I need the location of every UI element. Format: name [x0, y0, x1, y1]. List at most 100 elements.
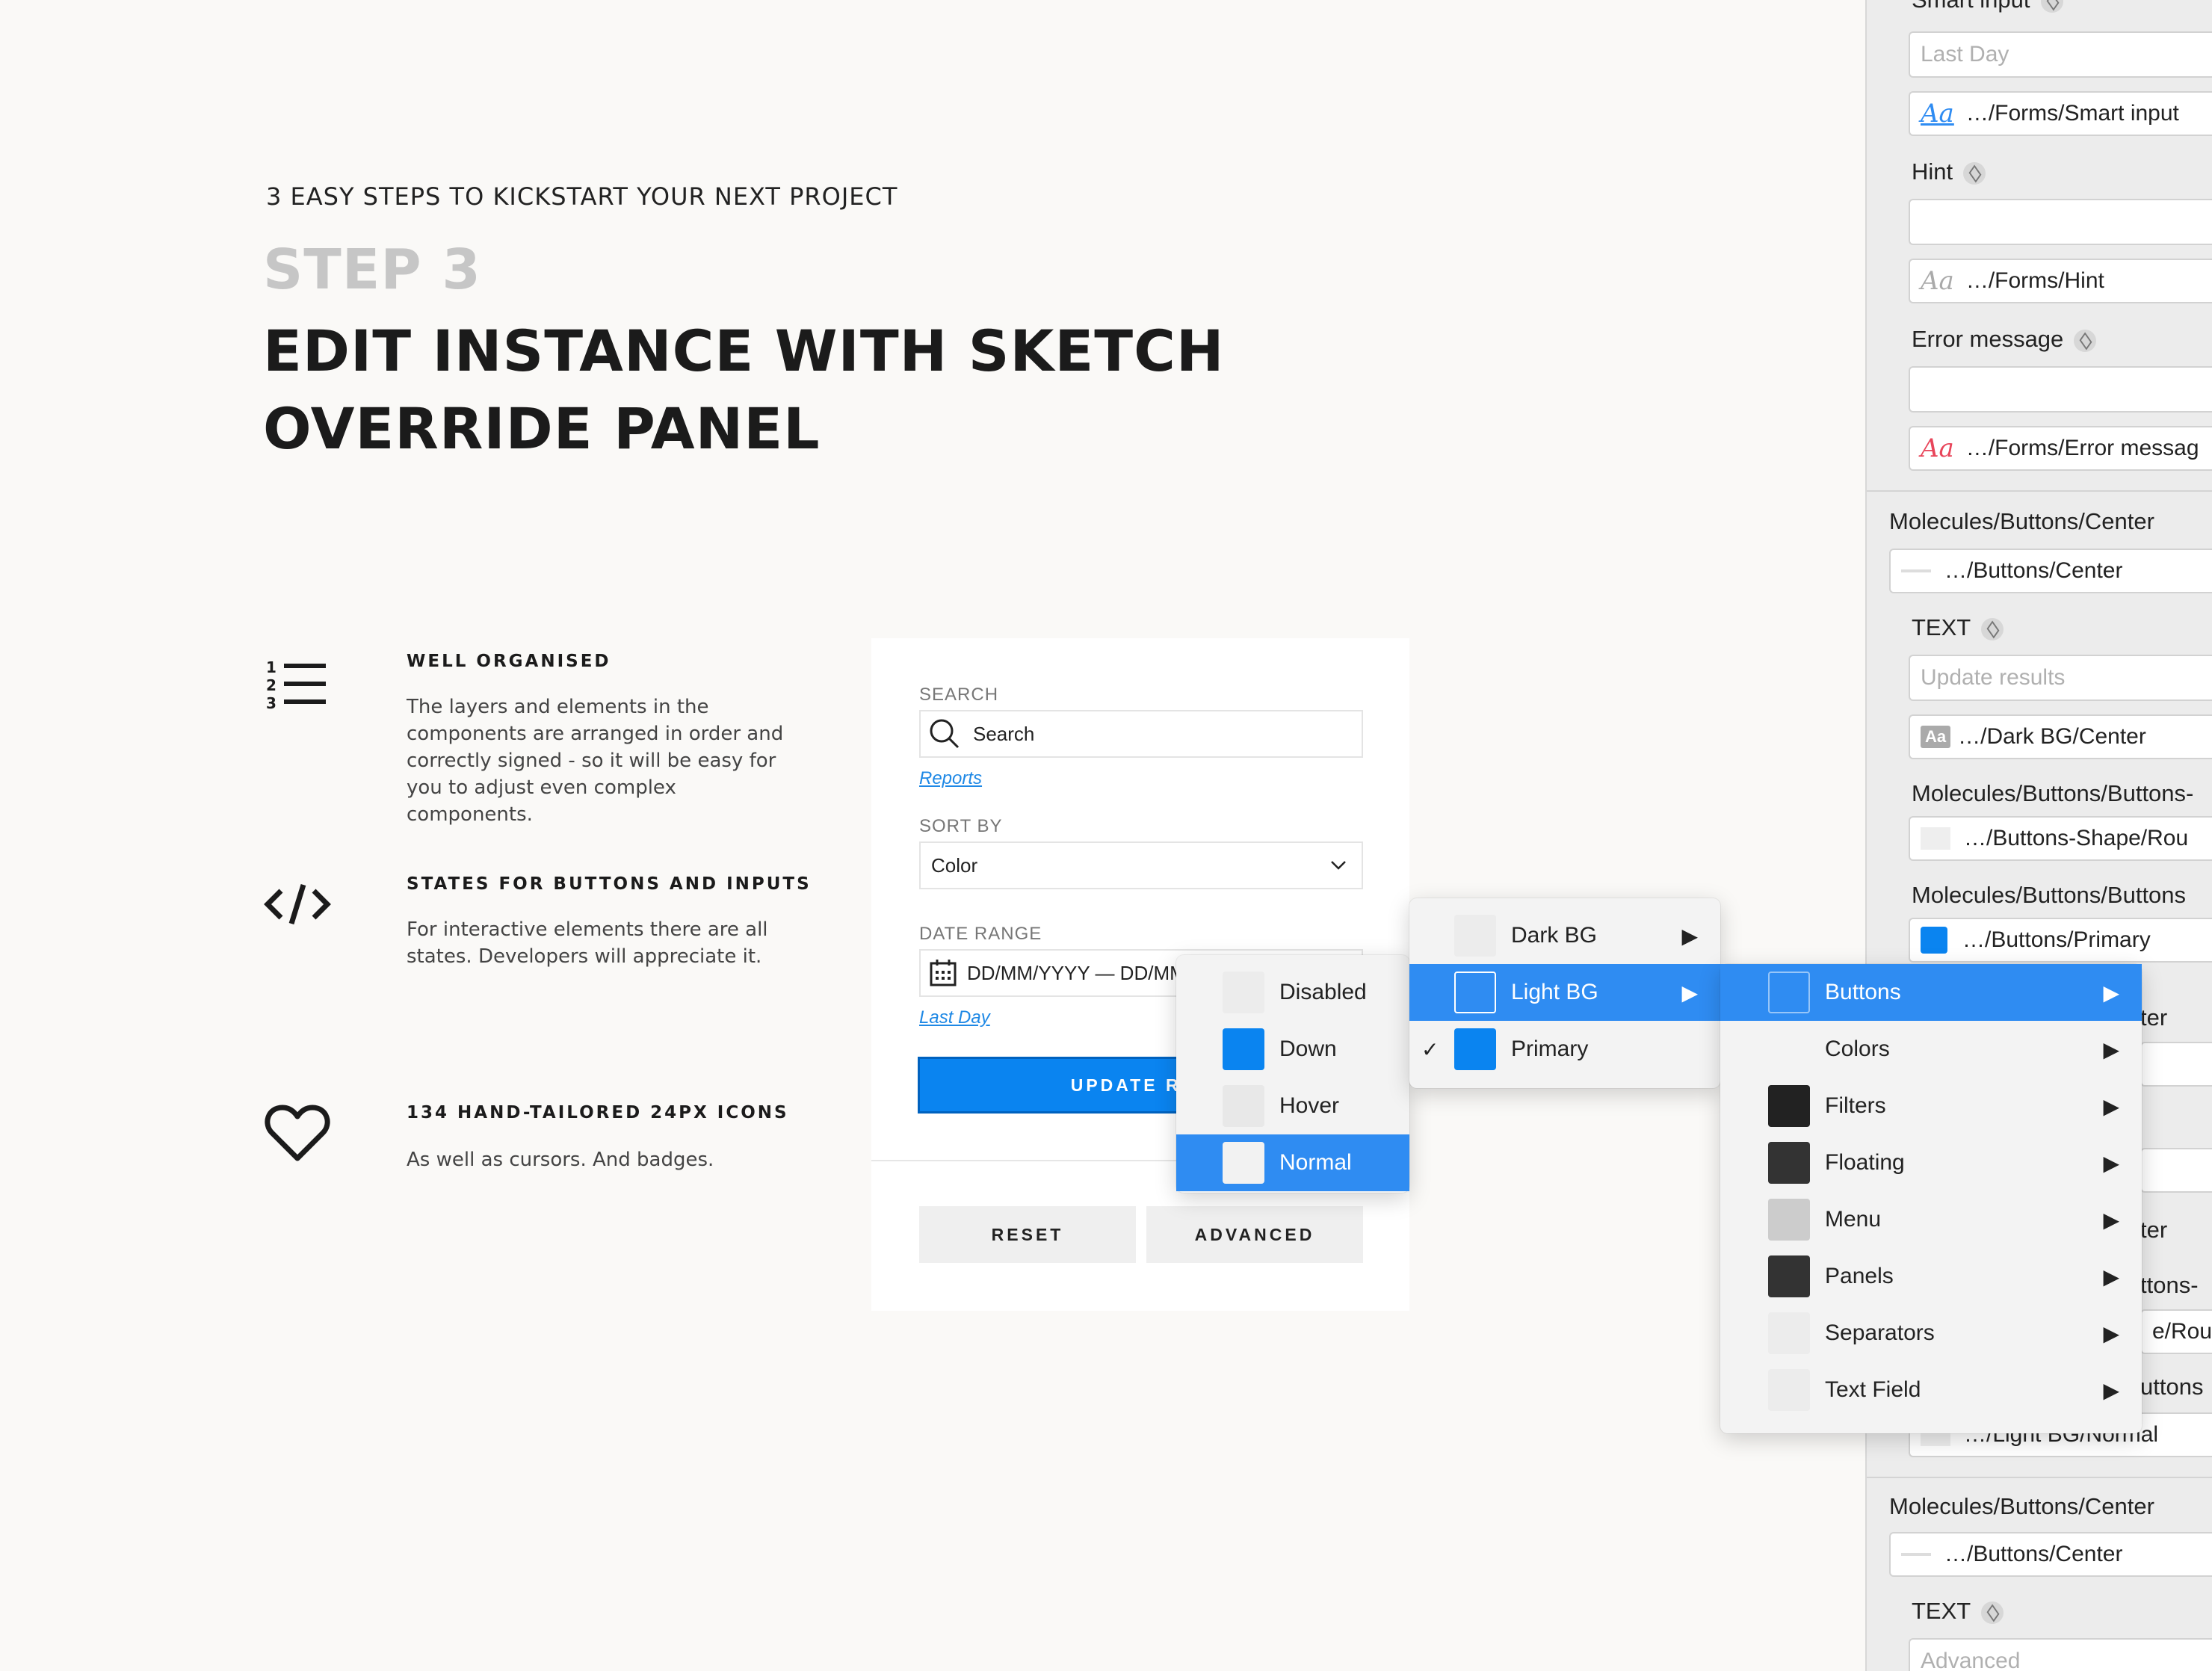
error-message-field[interactable]	[1909, 366, 2212, 413]
partial-field-2[interactable]	[2140, 1148, 2212, 1193]
text-style-icon: Aa	[1921, 433, 1954, 463]
symbol-preview-icon	[1901, 1553, 1931, 1556]
text-style-select[interactable]: Aa …/Dark BG/Center	[1909, 714, 2212, 759]
menu-item-floating[interactable]: Floating ▶	[1720, 1134, 2142, 1191]
partial-label-3: ttons-	[2140, 1272, 2199, 1298]
center-symbol-select[interactable]: …/Buttons/Center	[1889, 549, 2212, 593]
menu-item-label: Filters	[1825, 1093, 1886, 1118]
sort-select[interactable]: Color	[919, 841, 1363, 889]
color-swatch-icon	[1921, 927, 1947, 954]
panel-divider	[1867, 490, 2212, 492]
center-symbol-select-2[interactable]: …/Buttons/Center	[1889, 1532, 2212, 1577]
submenu-arrow-icon: ▶	[1681, 924, 1698, 948]
menu-item-label: Floating	[1825, 1150, 1905, 1175]
menu-item-down[interactable]: Down	[1176, 1021, 1409, 1078]
sort-select-value: Color	[931, 853, 978, 877]
feature-text-states: For interactive elements there are all s…	[407, 918, 768, 968]
sort-label: SORT BY	[919, 816, 1003, 836]
submenu-arrow-icon: ▶	[1681, 980, 1698, 1004]
svg-text:1: 1	[266, 658, 276, 676]
reports-link[interactable]: Reports	[919, 768, 982, 789]
partial-label-2: ter	[2140, 1217, 2168, 1243]
menu-item-disabled[interactable]: Disabled	[1176, 964, 1409, 1021]
svg-text:2: 2	[266, 676, 276, 694]
menu-item-label: Buttons	[1825, 980, 1901, 1004]
shape-symbol-select[interactable]: …/Buttons-Shape/Rou	[1909, 816, 2212, 861]
error-message-title: Error message	[1912, 326, 2097, 353]
menu-item-light-bg[interactable]: Light BG ▶	[1409, 964, 1720, 1021]
date-range-value: DD/MM/YYYY — DD/MM	[967, 961, 1186, 984]
last-day-link[interactable]: Last Day	[919, 1007, 990, 1028]
menu-item-menu[interactable]: Menu ▶	[1720, 1191, 2142, 1248]
step-label: STEP 3	[263, 238, 481, 302]
menu-item-label: Separators	[1825, 1321, 1935, 1345]
menu-item-buttons[interactable]: Buttons ▶	[1720, 964, 2142, 1021]
hint-style-value: …/Forms/Hint	[1965, 268, 2104, 293]
chevron-down-icon	[1331, 861, 1346, 870]
advanced-button[interactable]: ADVANCED	[1146, 1206, 1363, 1263]
hint-field[interactable]	[1909, 199, 2212, 245]
color-swatch-icon	[1223, 1085, 1264, 1127]
smart-input-style[interactable]: Aa …/Forms/Smart input	[1909, 91, 2212, 136]
submenu-arrow-icon: ▶	[2103, 1208, 2119, 1232]
feature-text-organised: The layers and elements in the component…	[407, 696, 784, 826]
menu-item-hover[interactable]: Hover	[1176, 1078, 1409, 1134]
reset-button[interactable]: RESET	[919, 1206, 1136, 1263]
submenu-arrow-icon: ▶	[2103, 1094, 2119, 1118]
layers-icon	[1963, 161, 1986, 185]
menu-item-filters[interactable]: Filters ▶	[1720, 1078, 2142, 1134]
primary-symbol-select[interactable]: …/Buttons/Primary	[1909, 918, 2212, 963]
color-swatch-icon	[1768, 1028, 1810, 1070]
menu-item-text-field[interactable]: Text Field ▶	[1720, 1362, 2142, 1418]
shape-symbol-value: …/Buttons-Shape/Rou	[1964, 826, 2189, 850]
text-title-2: TEXT	[1912, 1598, 2004, 1625]
color-swatch-icon	[1223, 972, 1264, 1013]
search-input[interactable]: Search	[919, 710, 1363, 758]
svg-text:3: 3	[266, 694, 276, 712]
partial-label-1: ter	[2140, 1004, 2168, 1031]
headline-line-2: OVERRIDE PANEL	[263, 395, 821, 462]
menu-item-primary[interactable]: ✓ Primary	[1409, 1021, 1720, 1078]
search-icon	[930, 719, 960, 749]
partial-field-3[interactable]: e/Rou	[2140, 1309, 2212, 1354]
layers-icon	[1981, 1601, 2004, 1624]
menu-item-colors[interactable]: Colors ▶	[1720, 1021, 2142, 1078]
color-swatch-icon	[1768, 1255, 1810, 1297]
color-swatch-icon	[1768, 972, 1810, 1013]
submenu-arrow-icon: ▶	[2103, 1037, 2119, 1061]
partial-field-1[interactable]	[2140, 1042, 2212, 1087]
color-swatch-icon	[1768, 1312, 1810, 1354]
text-style-icon: Aa	[1921, 99, 1954, 129]
submenu-arrow-icon: ▶	[2103, 1321, 2119, 1345]
menu-item-label: Menu	[1825, 1207, 1882, 1232]
search-input-value: Search	[973, 722, 1035, 745]
text-style-icon: Aa	[1921, 266, 1954, 296]
menu-item-dark-bg[interactable]: Dark BG ▶	[1409, 907, 1720, 964]
menu-item-normal[interactable]: Normal	[1176, 1134, 1409, 1191]
menu-item-panels[interactable]: Panels ▶	[1720, 1248, 2142, 1305]
date-range-label: DATE RANGE	[919, 924, 1042, 944]
smart-input-field[interactable]: Last Day	[1909, 31, 2212, 78]
error-message-style[interactable]: Aa …/Forms/Error messag	[1909, 426, 2212, 471]
error-style-value: …/Forms/Error messag	[1965, 436, 2199, 460]
center-symbol-value-2: …/Buttons/Center	[1944, 1542, 2123, 1566]
layers-icon	[2040, 0, 2063, 13]
menu-item-label: Dark BG	[1511, 923, 1598, 948]
smart-input-title: Smart input	[1912, 0, 2063, 13]
symbol-preview-icon	[1901, 569, 1931, 572]
text-override-field-2[interactable]: Advanced	[1909, 1638, 2212, 1671]
center-group-title-2: Molecules/Buttons/Center	[1889, 1493, 2154, 1519]
hero-kicker: 3 EASY STEPS TO KICKSTART YOUR NEXT PROJ…	[266, 182, 898, 211]
text-override-field[interactable]: Update results	[1909, 655, 2212, 701]
numbered-list-icon: 1 2 3	[266, 658, 326, 712]
menu-item-label: Hover	[1279, 1093, 1340, 1118]
feature-title-icons: 134 HAND-TAILORED 24PX ICONS	[407, 1103, 789, 1122]
panel-divider	[1867, 1477, 2212, 1478]
categories-menu: Buttons ▶ Colors ▶ Filters ▶ Floating ▶ Menu…	[1720, 964, 2142, 1433]
submenu-arrow-icon: ▶	[2103, 980, 2119, 1004]
menu-item-separators[interactable]: Separators ▶	[1720, 1305, 2142, 1362]
hint-style[interactable]: Aa …/Forms/Hint	[1909, 259, 2212, 303]
feature-title-organised: WELL ORGANISED	[407, 652, 611, 671]
feature-title-states: STATES FOR BUTTONS AND INPUTS	[407, 874, 812, 894]
heart-icon	[265, 1105, 330, 1161]
